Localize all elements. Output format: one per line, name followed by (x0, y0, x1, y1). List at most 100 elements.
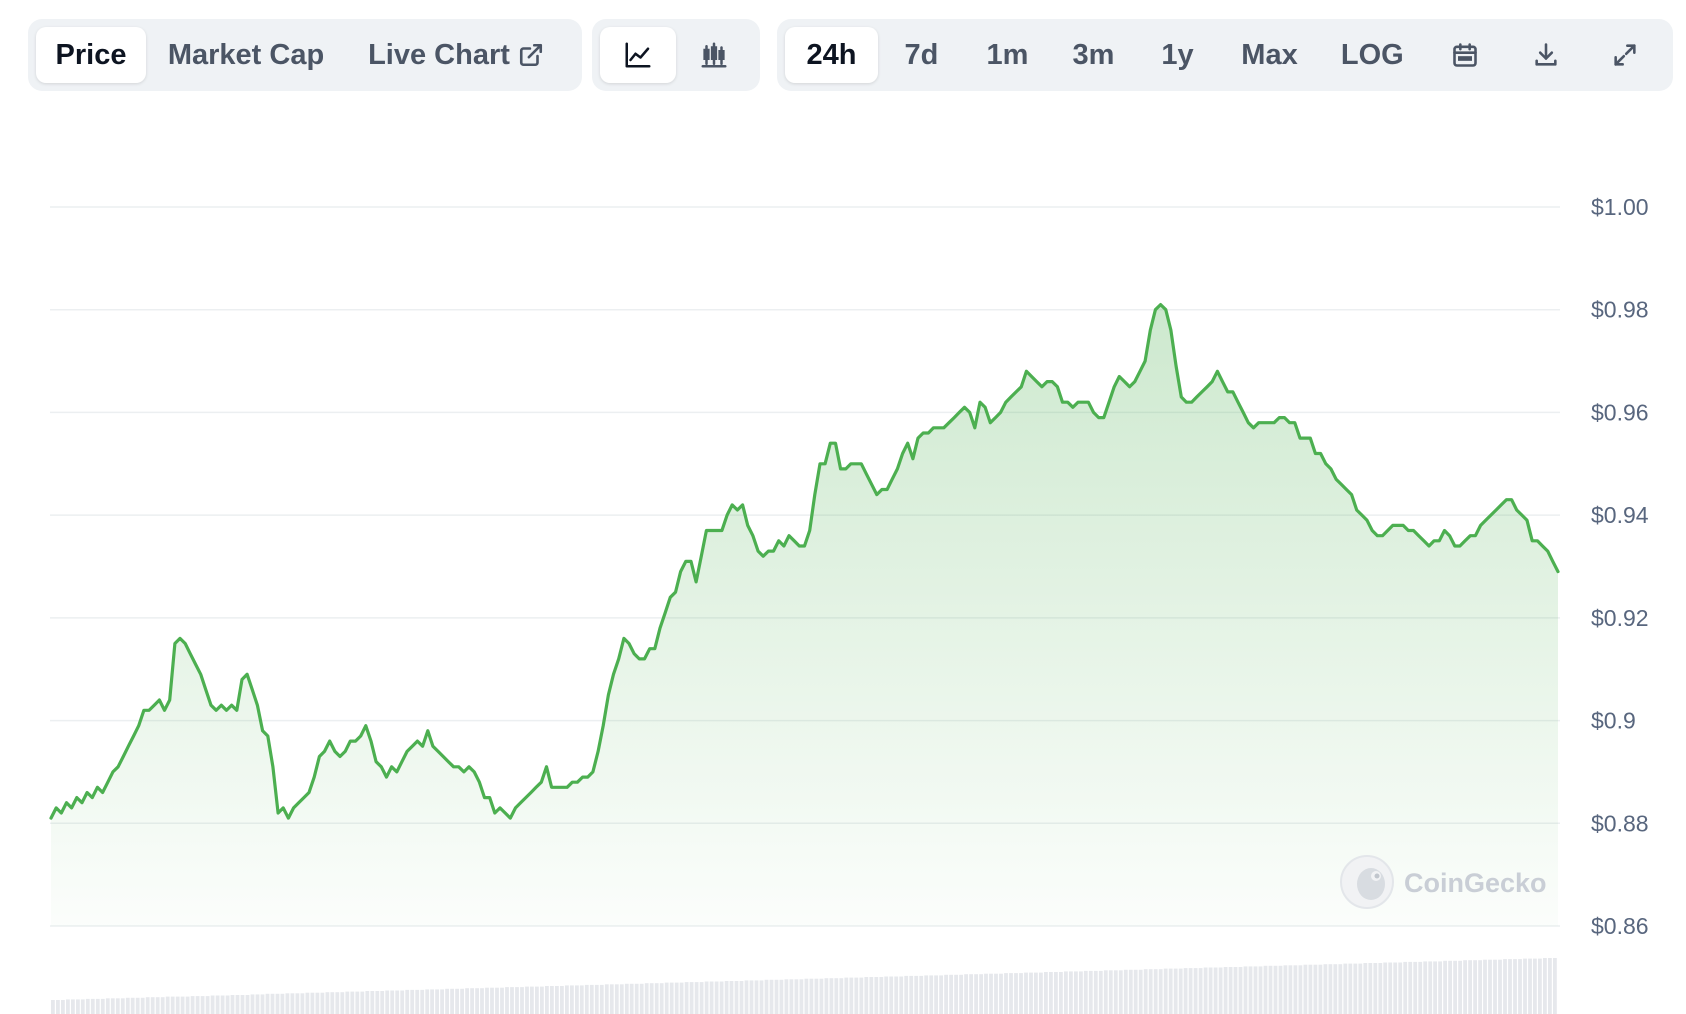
volume-bar (1508, 959, 1512, 1014)
volume-bar (500, 987, 504, 1014)
volume-bar (1123, 969, 1128, 1014)
volume-bar (1103, 970, 1108, 1014)
price-chart[interactable]: $1.00$0.98$0.96$0.94$0.92$0.9$0.88$0.86 … (0, 0, 1686, 1014)
volume-bar (130, 997, 135, 1014)
volume-bar (824, 978, 829, 1014)
volume-bar (1208, 967, 1213, 1014)
volume-bar (1193, 968, 1198, 1014)
volume-bar (415, 989, 420, 1014)
volume-bar (1228, 967, 1233, 1014)
volume-bar (749, 980, 754, 1014)
volume-bar (744, 980, 749, 1014)
volume-bar (689, 982, 694, 1014)
volume-bar (939, 975, 943, 1014)
volume-bar (215, 995, 220, 1014)
volume-bar (1049, 972, 1053, 1014)
volume-bar (894, 976, 899, 1014)
volume-bar (1428, 961, 1433, 1014)
volume-bar (1223, 967, 1228, 1014)
volume-bar (100, 998, 105, 1014)
volume-bar (410, 989, 415, 1014)
volume-bar (1039, 972, 1043, 1014)
volume-bar (669, 982, 674, 1014)
volume-bar (360, 991, 365, 1014)
volume-bar (1343, 963, 1348, 1014)
volume-bar (829, 978, 834, 1014)
volume-bar (1533, 958, 1537, 1014)
volume-bar (1024, 972, 1028, 1014)
volume-bar (649, 983, 654, 1014)
volume-bar (510, 987, 514, 1014)
volume-bar (994, 973, 998, 1014)
volume-bar (1278, 965, 1283, 1014)
volume-bar (1283, 965, 1288, 1014)
volume-bar (1408, 961, 1413, 1014)
volume-bar (1418, 961, 1423, 1014)
volume-bar (579, 985, 584, 1014)
volume-bar (1483, 959, 1487, 1014)
price-area-fill (51, 304, 1558, 927)
volume-bar (954, 974, 958, 1014)
volume-bar (505, 987, 509, 1014)
volume-bar (405, 989, 410, 1014)
volume-bar (280, 993, 285, 1014)
volume-bar (515, 987, 519, 1014)
volume-bar (170, 996, 175, 1014)
volume-bar (1213, 967, 1218, 1014)
volume-bar (1059, 972, 1063, 1014)
y-tick-label: $0.88 (1591, 810, 1649, 836)
y-tick-label: $1.00 (1591, 194, 1649, 220)
volume-bar (1453, 960, 1457, 1014)
volume-bar (160, 997, 165, 1014)
volume-bar (989, 973, 993, 1014)
volume-bar (320, 992, 325, 1014)
volume-bar (1373, 963, 1378, 1014)
volume-bar (355, 991, 360, 1014)
volume-bar (739, 981, 744, 1014)
volume-bar (525, 986, 529, 1014)
volume-bar (1313, 964, 1318, 1014)
volume-bar (1138, 969, 1143, 1014)
volume-bar (1083, 970, 1088, 1014)
volume-bar (470, 988, 474, 1014)
volume-bar (1019, 973, 1023, 1014)
volume-bar (799, 979, 804, 1014)
volume-bar (165, 996, 170, 1014)
volume-bar (225, 995, 230, 1014)
volume-bar (884, 976, 889, 1014)
volume-bar (530, 986, 534, 1014)
volume-bar (455, 988, 459, 1014)
volume-bar (440, 989, 444, 1014)
volume-bar (964, 974, 968, 1014)
volume-bar (1243, 966, 1248, 1014)
volume-bar (71, 999, 75, 1014)
volume-bar (1258, 966, 1263, 1014)
volume-bar (754, 980, 759, 1014)
volume-bar (889, 976, 894, 1014)
volume-bar (245, 995, 250, 1014)
volume-bar (999, 973, 1003, 1014)
volume-bar (1443, 960, 1447, 1014)
volume-bar (1303, 964, 1308, 1014)
volume-bar (929, 975, 934, 1014)
volume-bar (629, 983, 634, 1014)
volume-bar (270, 993, 275, 1014)
volume-bar (565, 985, 569, 1014)
y-tick-label: $0.9 (1591, 708, 1636, 734)
volume-bar (445, 988, 449, 1014)
volume-bar (220, 995, 225, 1014)
volume-bar (345, 991, 350, 1014)
volume-bar (1293, 965, 1298, 1014)
volume-bar (260, 994, 265, 1014)
volume-bar (305, 992, 310, 1014)
volume-bar (769, 979, 774, 1014)
volume-bar (1553, 958, 1557, 1014)
volume-bar (1268, 965, 1273, 1014)
volume-bar (1348, 963, 1353, 1014)
volume-bar (1503, 959, 1507, 1014)
volume-bar (919, 975, 924, 1014)
volume-bar (684, 982, 689, 1014)
volume-bar (1074, 971, 1078, 1014)
volume-bar (1328, 964, 1333, 1014)
y-tick-label: $0.86 (1591, 913, 1649, 939)
